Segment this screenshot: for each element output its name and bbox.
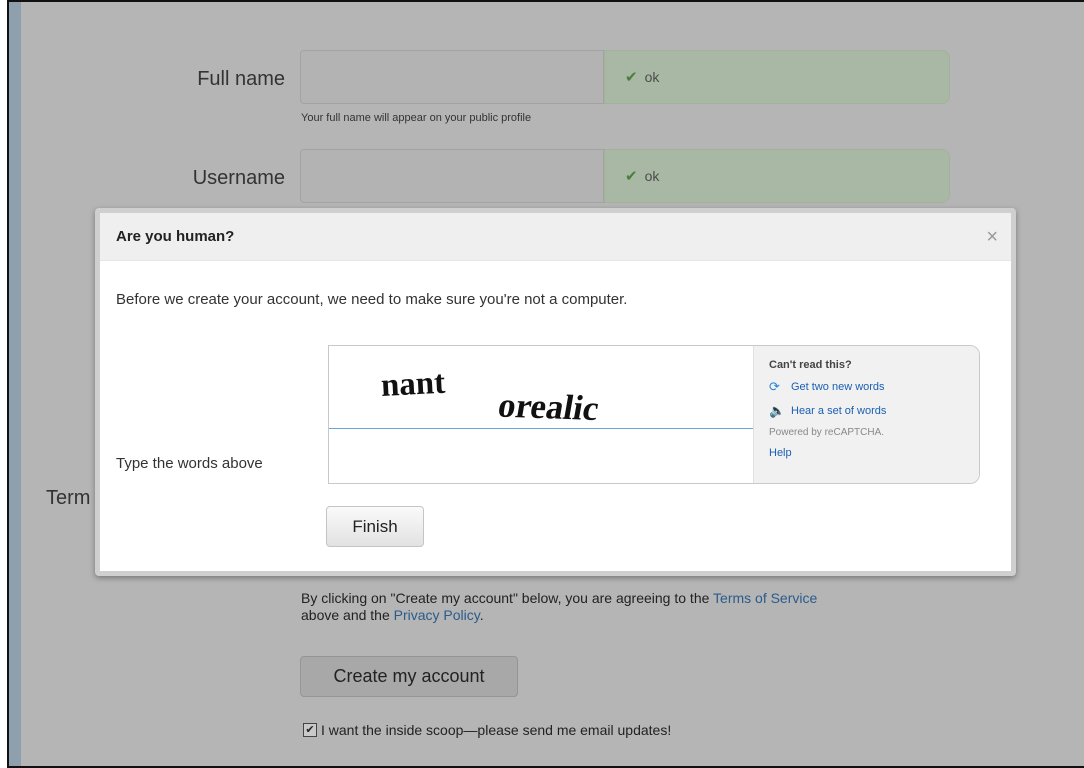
recaptcha-widget: nant orealic Can't read this? ⟳ Get two … (328, 345, 980, 484)
captcha-help-link[interactable]: Help (769, 447, 979, 459)
email-updates-row: ✔ I want the inside scoop—please send me… (303, 722, 671, 738)
username-ok-text: ok (644, 168, 660, 184)
cant-read-heading: Can't read this? (769, 359, 852, 371)
checkmark-icon: ✔ (625, 69, 638, 86)
captcha-word-2: orealic (495, 386, 602, 428)
username-input[interactable] (300, 149, 604, 203)
full-name-label: Full name (197, 68, 285, 90)
checkmark-icon: ✔ (625, 168, 638, 185)
refresh-icon: ⟳ (769, 379, 780, 394)
captcha-sidebar: Can't read this? ⟳ Get two new words 🔈 H… (753, 346, 979, 483)
left-accent-strip (9, 2, 21, 766)
captcha-word-1: nant (380, 365, 446, 404)
page-frame: Full name ✔ ok Your full name will appea… (7, 0, 1084, 768)
full-name-input[interactable] (300, 50, 604, 104)
get-new-words-label: Get two new words (791, 381, 885, 393)
get-new-words-link[interactable]: ⟳ Get two new words (769, 379, 979, 395)
username-label: Username (192, 167, 285, 189)
modal-header: Are you human? × (100, 213, 1011, 261)
modal-intro-text: Before we create your account, we need t… (116, 291, 628, 308)
agreement-suffix: . (479, 607, 484, 623)
close-icon[interactable]: × (986, 227, 998, 247)
captcha-modal: Are you human? × Before we create your a… (95, 208, 1016, 576)
hear-words-link[interactable]: 🔈 Hear a set of words (769, 403, 979, 419)
captcha-image: nant orealic (329, 346, 753, 430)
agreement-prefix: By clicking on "Create my account" below… (301, 590, 714, 606)
type-words-label: Type the words above (116, 455, 263, 472)
captcha-response-input[interactable] (329, 428, 754, 483)
create-account-button[interactable]: Create my account (300, 656, 518, 697)
full-name-status: ✔ ok (604, 50, 950, 104)
powered-by-text: Powered by reCAPTCHA. (769, 427, 885, 438)
agreement-middle: above and the (301, 607, 394, 623)
finish-button[interactable]: Finish (326, 506, 424, 547)
agreement-text: By clicking on "Create my account" below… (301, 590, 941, 624)
privacy-policy-link[interactable]: Privacy Policy (394, 607, 480, 623)
full-name-ok-text: ok (644, 69, 660, 85)
modal-title: Are you human? (116, 228, 235, 245)
terms-label: Term (46, 487, 91, 509)
full-name-help: Your full name will appear on your publi… (301, 112, 532, 124)
email-updates-checkbox[interactable]: ✔ (303, 723, 317, 737)
hear-words-label: Hear a set of words (791, 405, 887, 417)
speaker-icon: 🔈 (769, 403, 786, 418)
username-status: ✔ ok (604, 149, 950, 203)
terms-of-service-link[interactable]: Terms of Service (713, 590, 817, 606)
email-updates-label: I want the inside scoop—please send me e… (321, 722, 672, 738)
captcha-words-image: nant orealic (380, 365, 602, 428)
